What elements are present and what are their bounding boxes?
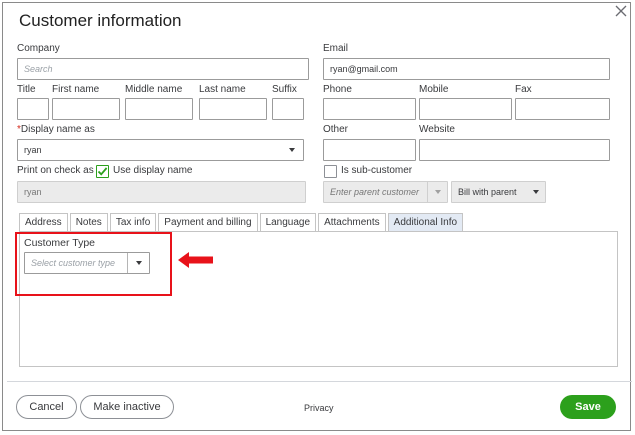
last-name-label: Last name [199, 84, 246, 95]
fax-label: Fax [515, 84, 532, 95]
phone-label: Phone [323, 84, 352, 95]
display-name-select[interactable]: ryan [17, 139, 304, 161]
tab-tax-info[interactable]: Tax info [109, 213, 157, 231]
tab-additional-info[interactable]: Additional Info [387, 213, 464, 231]
first-name-field[interactable] [52, 98, 120, 120]
company-search-placeholder: Search [24, 64, 53, 74]
footer-divider [7, 381, 632, 382]
tab-attachments[interactable]: Attachments [318, 213, 386, 231]
left-arrow-icon [178, 252, 213, 268]
website-label: Website [419, 124, 455, 135]
first-name-label: First name [52, 84, 100, 95]
tab-payment-and-billing[interactable]: Payment and billing [158, 213, 258, 231]
tab-notes[interactable]: Notes [69, 213, 108, 231]
company-search-input[interactable]: Search [17, 58, 309, 80]
other-field[interactable] [323, 139, 416, 161]
save-button[interactable]: Save [560, 395, 616, 419]
use-display-name-checkbox[interactable] [96, 165, 109, 178]
email-field[interactable]: ryan@gmail.com [323, 58, 610, 80]
last-name-field[interactable] [199, 98, 267, 120]
bill-with-parent-select: Bill with parent [451, 181, 546, 203]
email-value: ryan@gmail.com [330, 64, 398, 74]
mobile-field[interactable] [419, 98, 512, 120]
email-label: Email [323, 43, 349, 54]
chevron-down-icon [533, 190, 539, 194]
tab-bar: Address Notes Tax info Payment and billi… [19, 213, 465, 231]
mobile-label: Mobile [419, 84, 449, 95]
website-field[interactable] [419, 139, 610, 161]
display-name-label-text: Display name as [20, 124, 95, 135]
company-label: Company [17, 43, 60, 54]
middle-name-field[interactable] [125, 98, 193, 120]
print-on-check-value: ryan [24, 187, 42, 197]
suffix-field[interactable] [272, 98, 304, 120]
chevron-down-icon [434, 190, 441, 194]
print-on-check-label: Print on check as [17, 165, 94, 176]
title-label: Title [17, 84, 36, 95]
sub-customer-label: Is sub-customer [341, 165, 413, 176]
bill-with-parent-dropdown [527, 182, 545, 202]
parent-customer-placeholder: Enter parent customer [330, 187, 420, 197]
parent-customer-field: Enter parent customer [323, 181, 448, 203]
display-name-dropdown-button[interactable] [281, 140, 303, 160]
bill-with-parent-value: Bill with parent [458, 187, 517, 197]
make-inactive-button[interactable]: Make inactive [80, 395, 174, 419]
sub-customer-checkbox[interactable] [324, 165, 337, 178]
highlight-box [15, 232, 172, 296]
display-name-label: *Display name as [17, 124, 95, 135]
privacy-link[interactable]: Privacy [304, 403, 334, 413]
tab-language[interactable]: Language [259, 213, 317, 231]
middle-name-label: Middle name [125, 84, 183, 95]
cancel-button[interactable]: Cancel [16, 395, 77, 419]
display-name-value: ryan [24, 145, 42, 155]
print-on-check-field: ryan [17, 181, 306, 203]
tab-address[interactable]: Address [19, 213, 68, 231]
parent-customer-dropdown [427, 182, 447, 202]
dialog-title: Customer information [19, 11, 182, 30]
other-label: Other [323, 124, 349, 135]
close-icon[interactable] [615, 5, 627, 17]
phone-field[interactable] [323, 98, 416, 120]
use-display-name-label: Use display name [113, 165, 193, 176]
customer-information-dialog: Customer information Company Search Emai… [2, 2, 632, 431]
title-field[interactable] [17, 98, 49, 120]
chevron-down-icon [289, 148, 295, 152]
fax-field[interactable] [515, 98, 610, 120]
suffix-label: Suffix [272, 84, 297, 95]
checkmark-icon [97, 167, 108, 176]
